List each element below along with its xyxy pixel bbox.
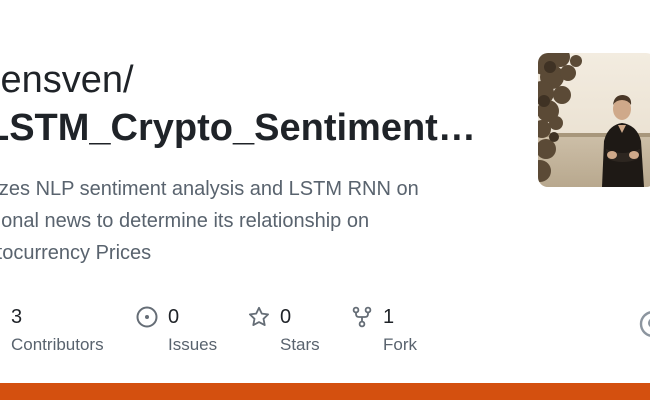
issues-count: 0 [168, 306, 180, 328]
contributors-label: Contributors [11, 335, 104, 354]
avatar-photo [538, 53, 650, 187]
stars-count: 0 [280, 306, 292, 328]
repo-name[interactable]: LSTM_Crypto_Sentiment… [0, 104, 476, 152]
description-line: rytocurrency Prices [0, 242, 152, 264]
owner-avatar[interactable] [538, 53, 650, 187]
issues-label: Issues [168, 335, 218, 354]
stars-label: Stars [280, 335, 320, 354]
forks-count: 1 [383, 306, 395, 328]
language-color-bar [0, 383, 650, 400]
repo-owner[interactable]: lensven/ [0, 58, 134, 102]
issue-opened-icon [136, 306, 158, 328]
contributors-count: 3 [11, 306, 23, 328]
description-line: tilizes NLP sentiment analysis and LSTM … [0, 178, 419, 200]
github-logo-icon [639, 311, 650, 337]
repo-forked-icon [352, 306, 372, 328]
repo-description: tilizes NLP sentiment analysis and LSTM … [0, 173, 510, 269]
description-line: ational news to determine its relationsh… [0, 210, 370, 232]
social-preview-card: lensven/ LSTM_Crypto_Sentiment… tilizes … [0, 0, 650, 400]
star-icon [249, 306, 269, 326]
forks-label: Fork [383, 335, 417, 354]
